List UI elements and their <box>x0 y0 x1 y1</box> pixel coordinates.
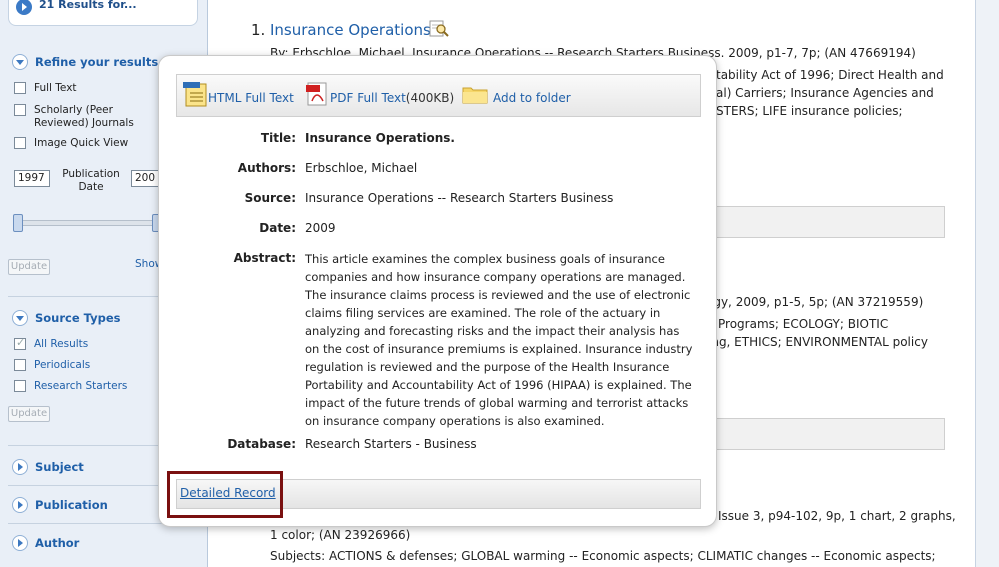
refine-results-header[interactable]: Refine your results <box>12 54 158 70</box>
result-byline: ogy, 2009, p1-5, 5p; (AN 37219559) <box>706 295 924 309</box>
source-type-all-results[interactable]: All Results <box>14 336 88 350</box>
html-document-icon[interactable] <box>182 80 210 108</box>
source-type-research-starters[interactable]: Research Starters <box>14 380 127 392</box>
record-date: 2009 <box>305 221 336 235</box>
play-arrow-icon <box>16 0 32 15</box>
limiter-image-quick-view[interactable]: Image Quick View <box>14 137 128 149</box>
full-text-checkbox[interactable] <box>14 82 26 94</box>
record-authors: Erbschloe, Michael <box>305 161 418 175</box>
result-byline: 1 color; (AN 23926966) <box>270 528 411 542</box>
record-preview-popup: HTML Full Text PDF Full Text(400KB) Add … <box>158 55 717 527</box>
result-byline: Issue 3, p94-102, 9p, 1 chart, 2 graphs, <box>718 509 956 523</box>
collapse-arrow-icon[interactable] <box>12 310 28 326</box>
source-label: Source: <box>244 191 296 205</box>
limiter-scholarly[interactable]: Scholarly (Peer Reviewed) Journals <box>14 104 164 130</box>
result-subjects-line: Programs; ECOLOGY; BIOTIC <box>718 317 889 331</box>
result-subjects-line: STERS; LIFE insurance policies; <box>716 104 903 118</box>
authors-label: Authors: <box>237 161 296 175</box>
limiter-full-text[interactable]: Full Text <box>14 82 77 94</box>
collapse-arrow-icon[interactable] <box>12 54 28 70</box>
expand-arrow-icon[interactable] <box>12 535 28 551</box>
folder-icon[interactable] <box>462 84 488 104</box>
periodicals-checkbox[interactable] <box>14 359 26 371</box>
result-actions-bar <box>700 418 945 450</box>
pub-date-label: Publication Date <box>62 168 120 193</box>
source-types-update-button[interactable]: Update <box>8 406 50 422</box>
result-subjects-line: ing, ETHICS; ENVIRONMENTAL policy <box>708 335 928 349</box>
highlight-box <box>167 471 283 518</box>
database-label: Database: <box>227 437 296 451</box>
date-label: Date: <box>259 221 296 235</box>
source-types-header[interactable]: Source Types <box>12 310 121 326</box>
expand-arrow-icon[interactable] <box>12 497 28 513</box>
result-subjects-line: Subjects: ACTIONS & defenses; GLOBAL war… <box>270 549 936 563</box>
record-source: Insurance Operations -- Research Starter… <box>305 191 614 205</box>
results-count-label: 21 Results for... <box>39 0 137 11</box>
title-label: Title: <box>260 131 296 145</box>
image-quick-view-checkbox[interactable] <box>14 137 26 149</box>
source-type-periodicals[interactable]: Periodicals <box>14 359 90 371</box>
research-starters-checkbox[interactable] <box>14 380 26 392</box>
abstract-label: Abstract: <box>233 251 296 265</box>
result-number: 1. <box>251 21 266 39</box>
record-database: Research Starters - Business <box>305 437 477 451</box>
all-results-checkbox[interactable] <box>14 336 26 350</box>
record-title: Insurance Operations. <box>305 131 455 145</box>
facet-publication[interactable]: Publication <box>12 497 108 513</box>
result-subjects-line: tability Act of 1996; Direct Health and <box>716 68 944 82</box>
pub-date-to-input[interactable]: 200 <box>131 170 161 187</box>
result-title-link[interactable]: Insurance Operations. <box>270 21 436 39</box>
facet-subject[interactable]: Subject <box>12 459 84 475</box>
update-button[interactable]: Update <box>8 259 50 275</box>
pdf-document-icon[interactable] <box>305 81 329 107</box>
pub-date-from-input[interactable]: 1997 <box>14 170 50 187</box>
facet-author[interactable]: Author <box>12 535 79 551</box>
result-subjects-line: al) Carriers; Insurance Agencies and <box>716 86 934 100</box>
pdf-file-size: (400KB) <box>405 91 455 105</box>
result-actions-bar <box>700 206 945 238</box>
preview-magnifier-icon[interactable] <box>429 20 449 38</box>
expand-arrow-icon[interactable] <box>12 459 28 475</box>
pdf-full-text-link[interactable]: PDF Full Text(400KB) <box>330 91 454 105</box>
html-full-text-link[interactable]: HTML Full Text <box>208 91 294 105</box>
record-abstract: This article examines the complex busine… <box>305 252 693 428</box>
scholarly-checkbox[interactable] <box>14 104 26 116</box>
right-gutter <box>975 0 999 567</box>
add-to-folder-link[interactable]: Add to folder <box>493 91 571 105</box>
pub-date-slider[interactable] <box>16 220 158 226</box>
slider-left-handle[interactable] <box>13 214 23 232</box>
results-count-box: 21 Results for... <box>8 0 198 26</box>
